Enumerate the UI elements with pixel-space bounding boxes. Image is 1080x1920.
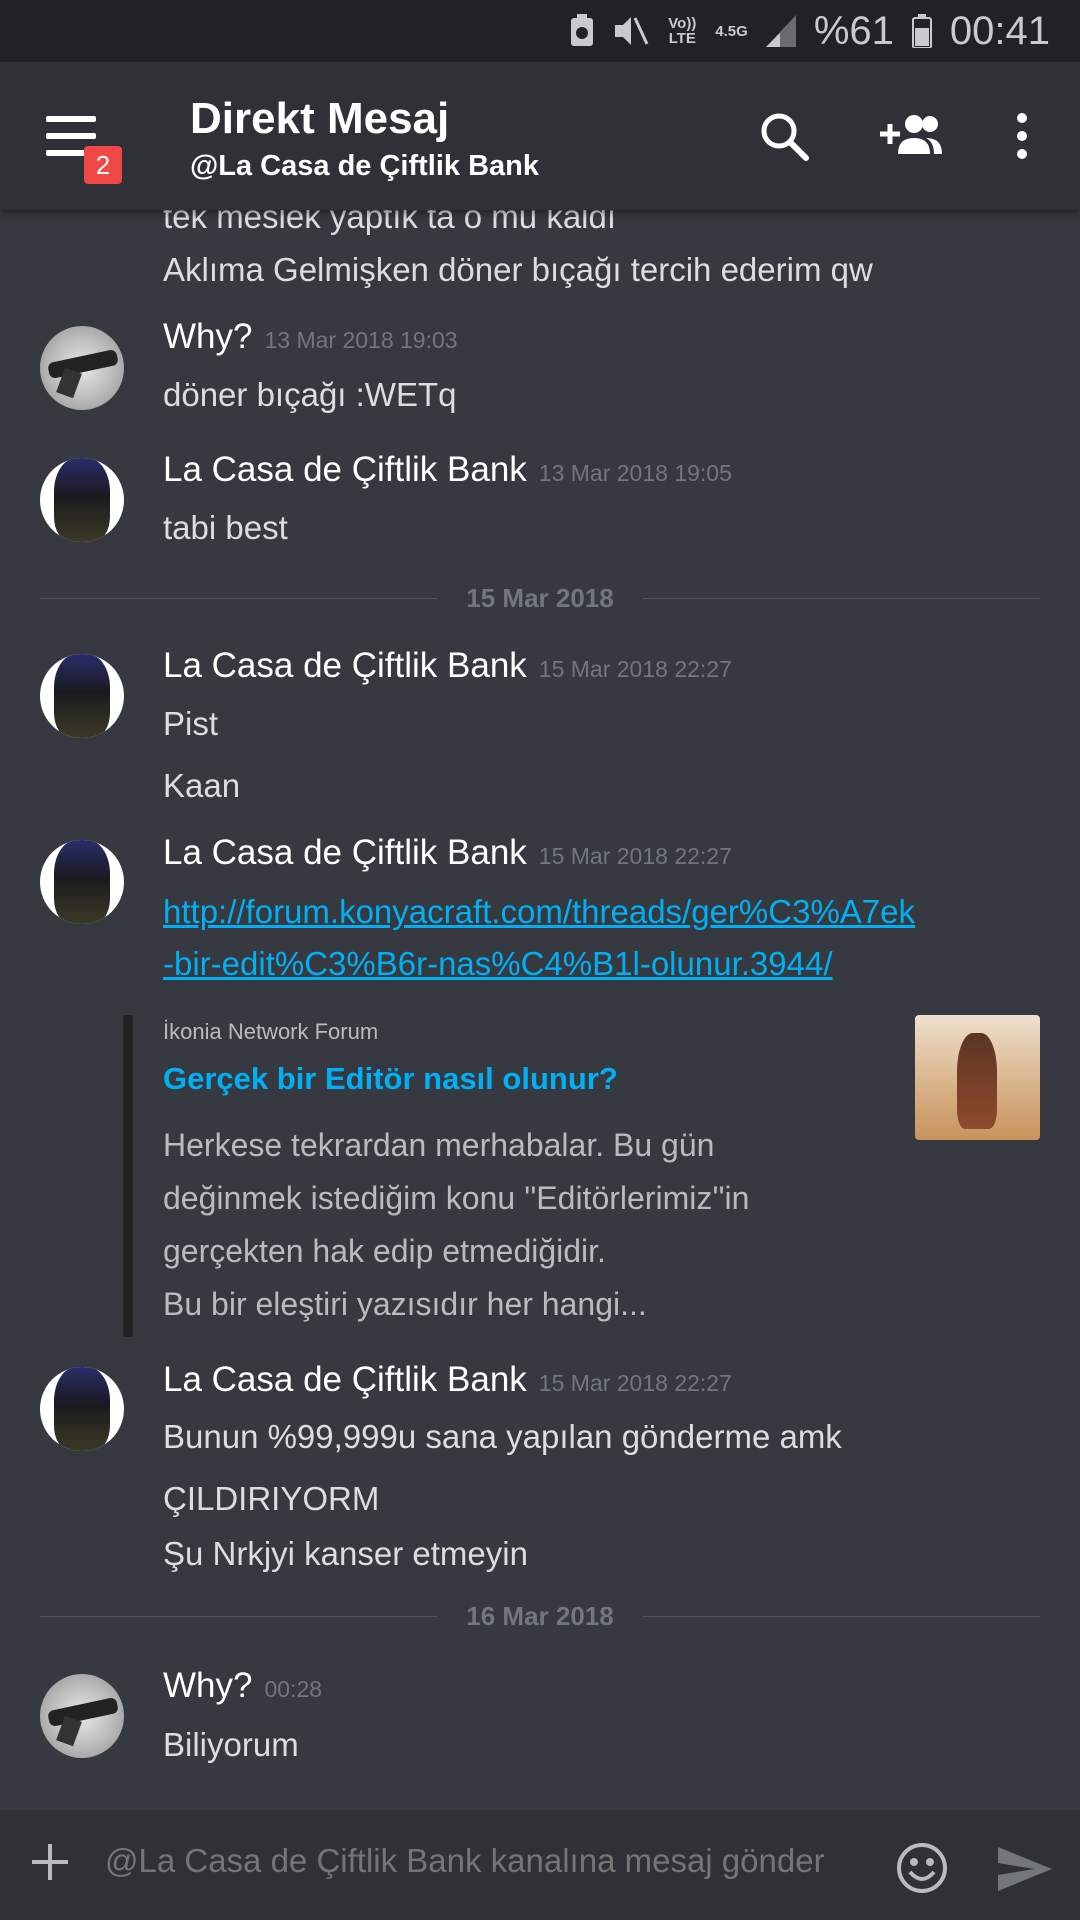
timestamp: 15 Mar 2018 22:27 bbox=[538, 656, 732, 682]
battery-icon bbox=[911, 14, 932, 48]
message-text: tek meslek yaptık ta o mu kaldı bbox=[163, 210, 617, 235]
message-author-row: Why? 00:28 bbox=[163, 1666, 322, 1706]
message-text: Bunun %99,999u sana yapılan gönderme amk bbox=[163, 1418, 842, 1455]
message-author-row: La Casa de Çiftlik Bank 15 Mar 2018 22:27 bbox=[163, 833, 732, 873]
date-divider-label: 15 Mar 2018 bbox=[466, 583, 614, 613]
avatar[interactable] bbox=[40, 326, 124, 410]
author-name[interactable]: Why? bbox=[163, 317, 252, 356]
avatar[interactable] bbox=[40, 1367, 124, 1451]
message-input[interactable] bbox=[105, 1842, 875, 1880]
send-icon[interactable] bbox=[996, 1845, 1054, 1898]
author-name[interactable]: La Casa de Çiftlik Bank bbox=[163, 1360, 527, 1399]
add-friend-icon[interactable] bbox=[878, 112, 944, 161]
page-title: Direkt Mesaj bbox=[190, 94, 450, 143]
timestamp: 15 Mar 2018 22:27 bbox=[538, 1370, 732, 1396]
author-name[interactable]: La Casa de Çiftlik Bank bbox=[163, 450, 527, 489]
unread-badge: 2 bbox=[84, 146, 122, 184]
embed-accent-bar bbox=[123, 1015, 133, 1337]
signal-icon bbox=[765, 15, 796, 47]
mute-icon bbox=[613, 14, 649, 48]
volte-indicator: Vo)) LTE bbox=[668, 15, 697, 47]
date-divider-label: 16 Mar 2018 bbox=[466, 1601, 614, 1631]
message-text: Şu Nrkjyi kanser etmeyin bbox=[163, 1535, 528, 1572]
message-author-row: Why? 13 Mar 2018 19:03 bbox=[163, 317, 458, 357]
author-name[interactable]: La Casa de Çiftlik Bank bbox=[163, 646, 527, 685]
timestamp: 13 Mar 2018 19:05 bbox=[538, 460, 732, 486]
embed-provider[interactable]: İkonia Network Forum bbox=[163, 1019, 378, 1045]
avatar[interactable] bbox=[40, 1674, 124, 1758]
message-list[interactable]: tek meslek yaptık ta o mu kaldı Aklıma G… bbox=[0, 210, 1080, 1810]
embed-description: gerçekten hak edip etmediğidir. bbox=[163, 1233, 606, 1269]
embed-title[interactable]: Gerçek bir Editör nasıl olunur? bbox=[163, 1061, 618, 1097]
avatar[interactable] bbox=[40, 654, 124, 738]
timestamp: 13 Mar 2018 19:03 bbox=[264, 327, 458, 353]
author-name[interactable]: La Casa de Çiftlik Bank bbox=[163, 833, 527, 872]
battery-level: %61 bbox=[813, 8, 894, 53]
message-link[interactable]: -bir-edit%C3%B6r-nas%C4%B1l-olunur.3944/ bbox=[163, 945, 833, 983]
message-text: döner bıçağı :WETq bbox=[163, 376, 457, 413]
status-bar: Vo)) LTE 4.5G %61 00:41 bbox=[0, 0, 1080, 62]
message-author-row: La Casa de Çiftlik Bank 13 Mar 2018 19:05 bbox=[163, 450, 732, 490]
sync-icon bbox=[569, 14, 595, 48]
overflow-menu-icon[interactable] bbox=[1014, 112, 1030, 165]
message-text: ÇILDIRIYORM bbox=[163, 1480, 380, 1517]
embed-description: Herkese tekrardan merhabalar. Bu gün bbox=[163, 1127, 715, 1163]
message-link[interactable]: http://forum.konyacraft.com/threads/ger%… bbox=[163, 893, 915, 931]
emoji-icon[interactable] bbox=[896, 1842, 948, 1899]
message-text: Kaan bbox=[163, 767, 241, 804]
plus-icon[interactable] bbox=[30, 1834, 70, 1892]
network-type: 4.5G bbox=[715, 22, 748, 40]
timestamp: 00:28 bbox=[264, 1676, 323, 1702]
embed-description: değinmek istediğim konu ''Editörlerimiz'… bbox=[163, 1180, 750, 1216]
message-text: Pist bbox=[163, 705, 219, 742]
clock: 00:41 bbox=[949, 8, 1050, 53]
message-text: Aklıma Gelmişken döner bıçağı tercih ede… bbox=[163, 251, 873, 288]
timestamp: 15 Mar 2018 22:27 bbox=[538, 843, 732, 869]
message-text: Biliyorum bbox=[163, 1726, 299, 1763]
message-author-row: La Casa de Çiftlik Bank 15 Mar 2018 22:27 bbox=[163, 646, 732, 686]
message-author-row: La Casa de Çiftlik Bank 15 Mar 2018 22:27 bbox=[163, 1360, 732, 1400]
message-composer bbox=[0, 1810, 1080, 1920]
avatar[interactable] bbox=[40, 458, 124, 542]
avatar[interactable] bbox=[40, 840, 124, 924]
embed-thumbnail[interactable] bbox=[915, 1015, 1040, 1140]
date-divider: 15 Mar 2018 bbox=[40, 583, 1040, 613]
channel-subtitle: @La Casa de Çiftlik Bank bbox=[190, 150, 539, 182]
author-name[interactable]: Why? bbox=[163, 1666, 252, 1705]
embed-description: Bu bir eleştiri yazısıdır her hangi... bbox=[163, 1286, 647, 1322]
message-text: tabi best bbox=[163, 509, 288, 546]
search-icon[interactable] bbox=[758, 110, 810, 167]
date-divider: 16 Mar 2018 bbox=[40, 1601, 1040, 1631]
